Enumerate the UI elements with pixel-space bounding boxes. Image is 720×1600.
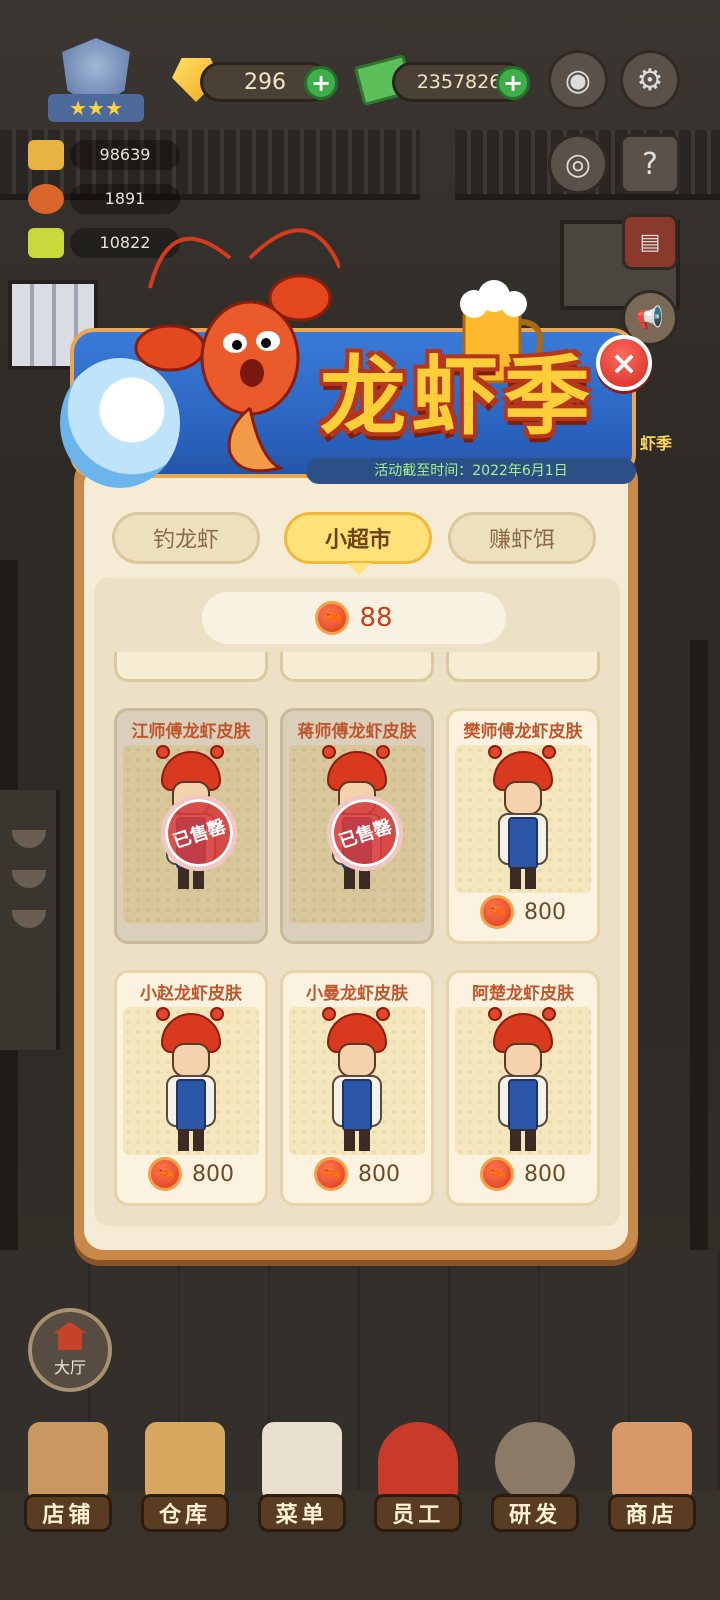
- stat-row-1: 98639: [28, 138, 180, 172]
- item-name: 江师傅龙虾皮肤: [131, 722, 251, 742]
- item-name: 蒋师傅龙虾皮肤: [297, 722, 417, 742]
- shop-item-card[interactable]: 小曼龙虾皮肤 800: [280, 970, 434, 1206]
- shop-icon: [611, 1422, 692, 1502]
- bottom-nav: 店铺 仓库 菜单 员工 研发 商店: [0, 1418, 720, 1548]
- scrolled-card-stub: [280, 652, 434, 682]
- wok-icon: [494, 1422, 575, 1502]
- shop-item-card[interactable]: 阿楚龙虾皮肤 800: [446, 970, 600, 1206]
- add-gems-button[interactable]: +: [304, 66, 338, 100]
- clipboard-icon: [261, 1422, 342, 1502]
- tab-label: 小超市: [324, 528, 391, 553]
- view-button[interactable]: ◎: [548, 134, 608, 194]
- event-title: 龙虾季: [320, 346, 596, 447]
- item-name: 阿楚龙虾皮肤: [472, 984, 574, 1004]
- chef-skin-icon: [488, 1007, 558, 1153]
- house-icon: [53, 1322, 87, 1350]
- price-value: 800: [192, 1161, 234, 1187]
- ticket-icon: [28, 228, 64, 258]
- eye-icon: ◎: [564, 146, 592, 182]
- event-deadline: 活动截至时间：2022年6月1日: [306, 458, 636, 484]
- rating-stars: ★★★: [48, 94, 144, 122]
- shop-item-card[interactable]: 蒋师傅龙虾皮肤 已售罄: [280, 708, 434, 944]
- item-art: [123, 1007, 259, 1155]
- stat-row-2: 1891: [28, 182, 180, 216]
- nav-menu[interactable]: 菜单: [248, 1418, 356, 1548]
- settings-button[interactable]: ⚙: [620, 50, 680, 110]
- price-value: 800: [524, 1161, 566, 1187]
- hall-button[interactable]: 大厅: [28, 1308, 112, 1392]
- gear-icon: ⚙: [636, 62, 664, 98]
- shrimp-coin-icon: [315, 601, 350, 635]
- camera-button[interactable]: ◉: [548, 50, 608, 110]
- boxes-icon: [144, 1422, 225, 1502]
- staff-icon: [378, 1422, 459, 1502]
- book-question-icon: ?: [642, 146, 658, 182]
- restaurant-rank-badge[interactable]: ★★★: [40, 38, 150, 126]
- nav-warehouse[interactable]: 仓库: [131, 1418, 239, 1548]
- stat-value: 98639: [70, 140, 180, 170]
- item-price: 800: [117, 1157, 265, 1191]
- shop-item-card[interactable]: 樊师傅龙虾皮肤 800: [446, 708, 600, 944]
- lantern-icon: [28, 184, 64, 214]
- trophy-icon: [28, 140, 64, 170]
- item-name: 小赵龙虾皮肤: [140, 984, 242, 1004]
- shrimp-coin-icon: [148, 1157, 182, 1191]
- shrimp-coin-icon: [480, 1157, 514, 1191]
- scrolled-card-stub: [446, 652, 600, 682]
- event-banner: 龙虾季 活动截至时间：2022年6月1日: [60, 228, 640, 488]
- tab-fishing[interactable]: 钓龙虾: [112, 512, 260, 564]
- tab-label: 钓龙虾: [152, 528, 219, 553]
- shrimp-coin-icon: [480, 895, 514, 929]
- nav-label: 菜单: [257, 1494, 346, 1532]
- item-name: 樊师傅龙虾皮肤: [463, 722, 583, 742]
- nav-label: 店铺: [24, 1494, 113, 1532]
- chef-skin-icon: [488, 745, 558, 891]
- close-button[interactable]: ×: [596, 335, 652, 391]
- guide-button[interactable]: ?: [620, 134, 680, 194]
- item-art: [455, 1007, 591, 1155]
- chef-skin-icon: [156, 1007, 226, 1153]
- shop-item-card[interactable]: 小赵龙虾皮肤 800: [114, 970, 268, 1206]
- shrimp-coin-icon: [314, 1157, 348, 1191]
- nav-shop[interactable]: 商店: [598, 1418, 706, 1548]
- storefront-icon: [28, 1422, 109, 1502]
- nav-label: 商店: [607, 1494, 696, 1532]
- stat-value: 1891: [70, 184, 180, 214]
- close-icon: ×: [610, 344, 638, 382]
- tab-mini-market[interactable]: 小超市: [284, 512, 432, 575]
- nav-label: 研发: [490, 1494, 579, 1532]
- nav-label: 员工: [374, 1494, 463, 1532]
- nav-store[interactable]: 店铺: [14, 1418, 122, 1548]
- item-name: 小曼龙虾皮肤: [306, 984, 408, 1004]
- book-icon: ▤: [639, 229, 661, 255]
- nav-staff[interactable]: 员工: [364, 1418, 472, 1548]
- nav-label: 仓库: [140, 1494, 229, 1532]
- tab-label: 赚虾饵: [488, 528, 555, 553]
- item-price: 800: [283, 1157, 431, 1191]
- nav-research[interactable]: 研发: [481, 1418, 589, 1548]
- add-cash-button[interactable]: +: [496, 66, 530, 100]
- item-art: [289, 1007, 425, 1155]
- balance-value: 88: [359, 603, 393, 633]
- item-art: [455, 745, 591, 893]
- chef-skin-icon: [322, 1007, 392, 1153]
- camera-icon: ◉: [564, 62, 592, 98]
- currency-balance: 88: [202, 592, 506, 644]
- price-value: 800: [524, 899, 566, 925]
- tab-earn-bait[interactable]: 赚虾饵: [448, 512, 596, 564]
- item-price: 800: [449, 1157, 597, 1191]
- price-value: 800: [358, 1161, 400, 1187]
- recipe-book-button[interactable]: ▤: [622, 214, 678, 270]
- pillar-right: [690, 640, 708, 1280]
- hall-label: 大厅: [53, 1358, 86, 1377]
- item-price: 800: [449, 895, 597, 929]
- shop-item-card[interactable]: 江师傅龙虾皮肤 已售罄: [114, 708, 268, 944]
- scrolled-card-stub: [114, 652, 268, 682]
